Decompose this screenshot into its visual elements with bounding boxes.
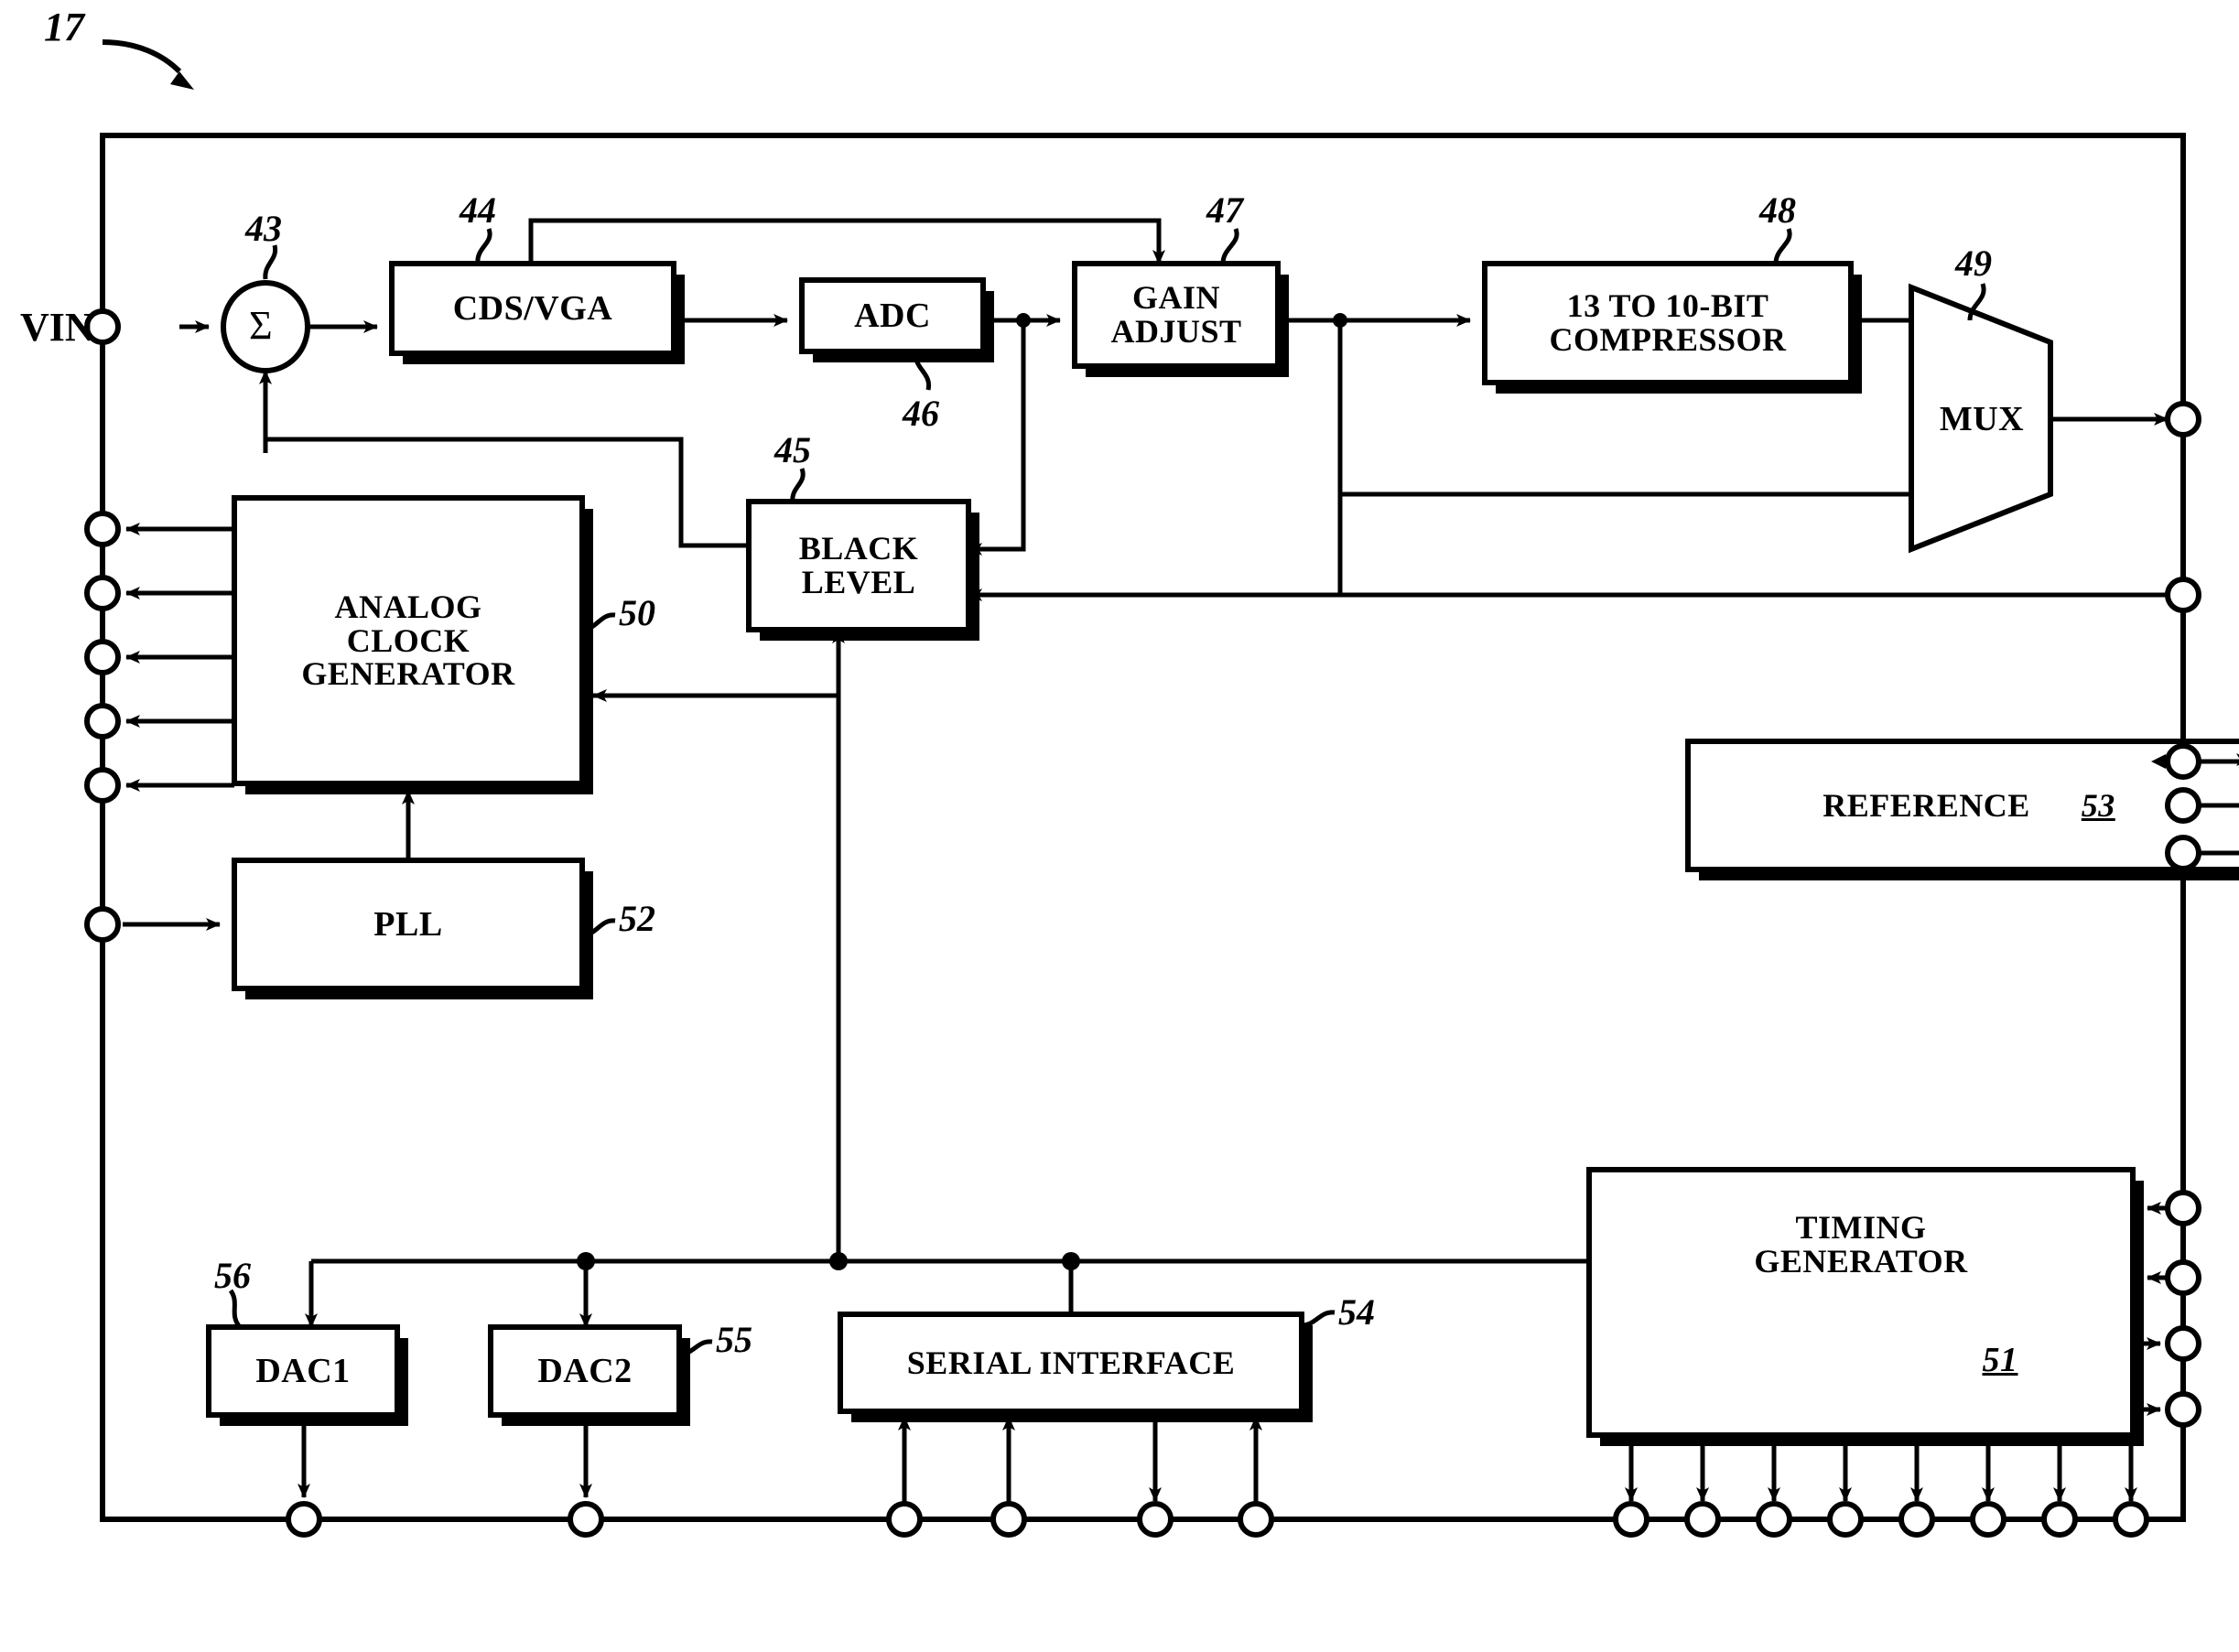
ref-number-compressor: 48: [1759, 189, 1796, 231]
pin-mux-out: [2165, 401, 2201, 437]
timing-to-black-level: [829, 629, 848, 1270]
acg-left-outputs: [125, 523, 234, 792]
cds-to-gain-feedback: [528, 218, 1165, 265]
ref-number-mux: 49: [1955, 243, 1992, 284]
pin-acg-2: [84, 575, 121, 611]
pin-tg-in-2: [2165, 1259, 2201, 1296]
timing-bottom-outputs: [1625, 1439, 2137, 1502]
serial-pins: [898, 1416, 1262, 1503]
ref-number-gain-adjust: 47: [1206, 189, 1243, 231]
pin-acg-1: [84, 511, 121, 547]
pin-tg-b7: [2041, 1501, 2078, 1538]
pin-tg-b1: [1613, 1501, 1650, 1538]
pin-ref-2: [2165, 787, 2201, 824]
summing-node-symbol: Σ: [249, 303, 273, 348]
pin-dac2-out: [568, 1501, 604, 1538]
pin-ref-3: [2165, 835, 2201, 871]
pin-tg-b8: [2113, 1501, 2149, 1538]
pin-tg-b3: [1756, 1501, 1792, 1538]
mux-shape: [1909, 283, 2053, 554]
block-rect-timing-generator: [1586, 1167, 2136, 1438]
pin-serial-1: [886, 1501, 923, 1538]
pin-serial-4: [1238, 1501, 1274, 1538]
ref-number-acg: 50: [619, 592, 655, 633]
block-diagram-svg: [84, 39, 2239, 1538]
pin-tg-in-1: [2165, 1190, 2201, 1226]
block-rect-compressor: [1482, 261, 1854, 385]
pin-tg-out-2: [2165, 1391, 2201, 1428]
block-rect-acg: [232, 495, 585, 786]
figure-canvas: VIN Σ CDS/VGA ADC GAIN ADJUST 13 TO 10-B…: [0, 0, 2239, 1652]
figure-callout-arrow: [102, 39, 194, 90]
ref-number-pll: 52: [619, 898, 655, 939]
block-rect-cds-vga: [389, 261, 676, 356]
pin-serial-3: [1137, 1501, 1174, 1538]
block-rect-gain-adjust: [1072, 261, 1281, 369]
ref-number-adc: 46: [903, 393, 939, 434]
pin-tg-b5: [1898, 1501, 1935, 1538]
pin-tg-b4: [1827, 1501, 1864, 1538]
ref-number-serial-interface: 54: [1338, 1291, 1375, 1333]
block-rect-dac2: [488, 1324, 682, 1418]
pin-ref-1: [2165, 743, 2201, 780]
pin-tg-out-1: [2165, 1325, 2201, 1362]
ref-number-cds-vga: 44: [460, 189, 496, 231]
block-rect-dac1: [206, 1324, 400, 1418]
pin-tg-b6: [1970, 1501, 2006, 1538]
dac-outputs: [297, 1415, 592, 1498]
pin-dac1-out: [286, 1501, 322, 1538]
pin-tg-b2: [1684, 1501, 1721, 1538]
block-rect-pll: [232, 858, 585, 991]
pin-acg-5: [84, 767, 121, 804]
ref-number-summer: 43: [245, 208, 282, 249]
ref-number-dac1: 56: [214, 1255, 251, 1296]
block-rect-black-level: [746, 499, 971, 632]
ref-number-figure: 17: [44, 5, 84, 49]
block-rect-adc: [799, 277, 986, 354]
ref-number-black-level: 45: [774, 429, 811, 470]
pin-pll: [84, 906, 121, 943]
input-label-vin: VIN: [20, 305, 94, 350]
pin-acg-4: [84, 703, 121, 740]
pin-black-ext: [2165, 577, 2201, 613]
ref-number-dac2: 55: [716, 1319, 752, 1360]
block-rect-serial-interface: [838, 1312, 1304, 1414]
pin-serial-2: [990, 1501, 1027, 1538]
pin-acg-3: [84, 639, 121, 675]
